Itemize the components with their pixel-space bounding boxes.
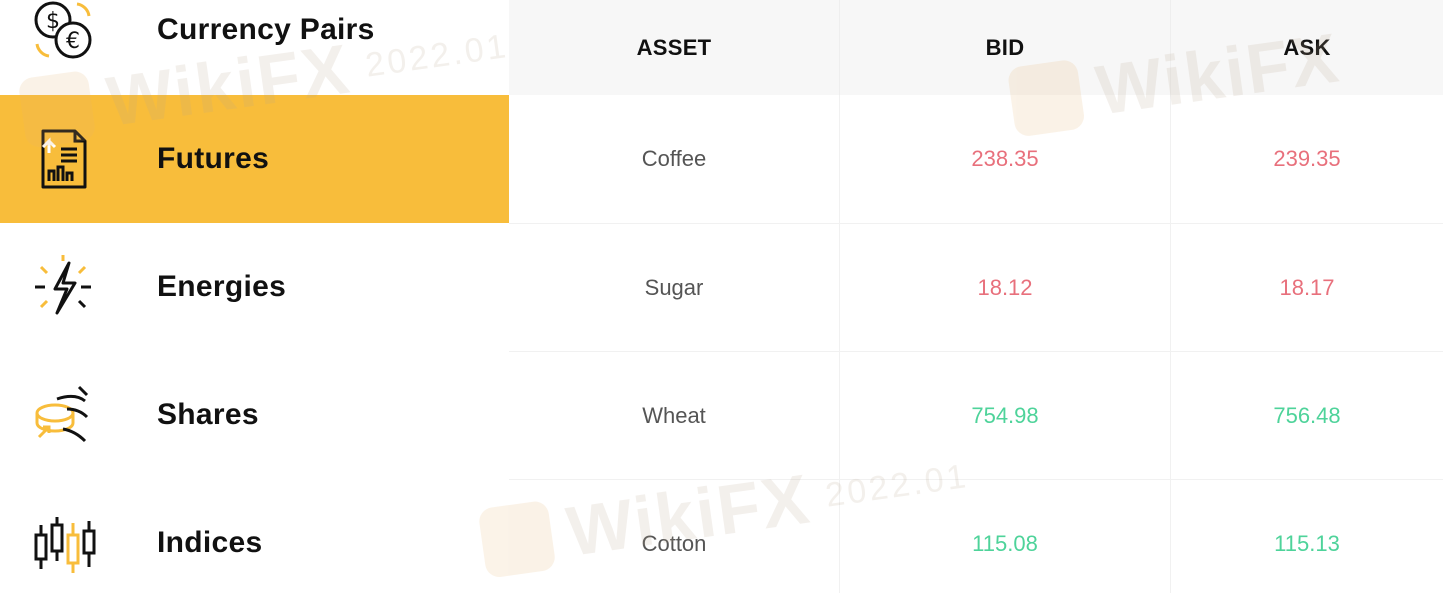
table-row: Wheat 754.98 756.48: [509, 351, 1443, 479]
category-sidebar: $ € Currency Pairs Futures Energies Shar…: [0, 0, 509, 593]
trading-panel: $ € Currency Pairs Futures Energies Shar…: [0, 0, 1443, 593]
bid-cell: 115.08: [840, 480, 1171, 593]
asset-cell: Cotton: [509, 480, 840, 593]
lightning-icon: [27, 251, 99, 323]
bid-cell: 238.35: [840, 95, 1171, 223]
ask-cell: 756.48: [1273, 402, 1341, 428]
ask-cell: 18.17: [1279, 274, 1335, 300]
shares-coins-icon: [27, 379, 99, 451]
sidebar-item-shares[interactable]: Shares: [0, 351, 509, 479]
sidebar-item-currency-pairs[interactable]: $ € Currency Pairs: [0, 0, 509, 94]
bid-cell: 18.12: [840, 224, 1171, 351]
ask-cell: 239.35: [1273, 146, 1341, 171]
table-row: Coffee 238.35 239.35: [509, 95, 1443, 223]
svg-text:€: €: [66, 29, 80, 54]
prices-table: ASSET BID ASK Coffee 238.35 239.35 Sugar…: [509, 0, 1443, 593]
asset-column-header: ASSET: [509, 0, 840, 95]
bid-column-header: BID: [840, 0, 1171, 95]
table-body: Coffee 238.35 239.35 Sugar 18.12 18.17 W…: [509, 95, 1443, 593]
futures-document-icon: [27, 123, 99, 195]
sidebar-item-futures[interactable]: Futures: [0, 95, 509, 223]
sidebar-item-indices[interactable]: Indices: [0, 479, 509, 593]
sidebar-item-label: Indices: [157, 526, 263, 559]
currency-exchange-icon: $ €: [27, 0, 99, 66]
sidebar-item-label: Futures: [157, 142, 270, 175]
table-header: ASSET BID ASK: [509, 0, 1443, 95]
asset-cell: Coffee: [509, 95, 840, 223]
bid-cell: 754.98: [840, 352, 1171, 479]
table-row: Sugar 18.12 18.17: [509, 223, 1443, 351]
ask-cell: 115.13: [1274, 530, 1340, 556]
asset-cell: Wheat: [509, 352, 840, 479]
sidebar-item-label: Currency Pairs: [157, 13, 375, 46]
table-row: Cotton 115.08 115.13: [509, 479, 1443, 593]
sidebar-item-label: Shares: [157, 398, 259, 431]
sidebar-item-energies[interactable]: Energies: [0, 223, 509, 351]
asset-cell: Sugar: [509, 224, 840, 351]
candlestick-icon: [27, 507, 99, 579]
ask-column-header: ASK: [1283, 34, 1331, 60]
sidebar-item-label: Energies: [157, 270, 287, 303]
